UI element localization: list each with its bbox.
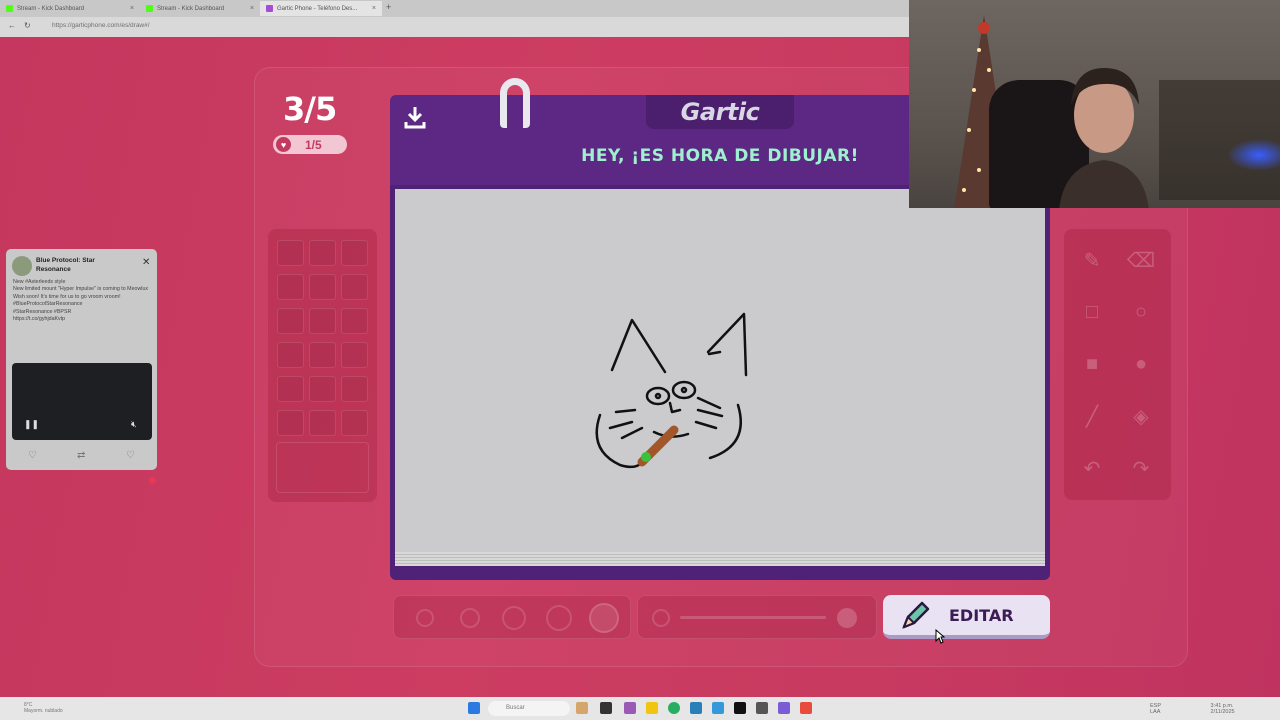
mute-icon[interactable]: 🔇︎ bbox=[131, 419, 137, 430]
color-swatch[interactable] bbox=[341, 240, 368, 266]
close-icon[interactable]: × bbox=[130, 5, 134, 12]
cat-drawing bbox=[595, 312, 748, 469]
notification-badge bbox=[149, 477, 156, 484]
lives-badge: ♥ 1/5 bbox=[273, 135, 347, 154]
pencil-icon bbox=[902, 601, 930, 629]
file-explorer-icon[interactable] bbox=[646, 702, 658, 714]
round-counter: 3/5 bbox=[283, 90, 337, 128]
color-swatch[interactable] bbox=[309, 376, 336, 402]
square-outline-icon[interactable]: □ bbox=[1075, 295, 1109, 329]
tweet-body: New #Asterleeds style New limited mount … bbox=[13, 279, 149, 323]
task-view-icon[interactable] bbox=[600, 702, 612, 714]
tab-title: Stream - Kick Dashboard bbox=[157, 5, 225, 12]
color-swatch[interactable] bbox=[309, 410, 336, 436]
blue-light bbox=[1229, 140, 1280, 170]
color-swatch[interactable] bbox=[277, 376, 304, 402]
browser-tab-active[interactable]: Gartic Phone - Teléfono Des... × bbox=[260, 1, 382, 16]
kick-icon bbox=[6, 5, 13, 12]
system-tray[interactable]: ESP LAA 3:41 p.m. 2/11/2025 bbox=[1150, 703, 1235, 715]
color-swatch[interactable] bbox=[277, 274, 304, 300]
color-swatch[interactable] bbox=[277, 240, 304, 266]
edit-button-label: EDITAR bbox=[949, 606, 1014, 625]
circle-filled-icon[interactable]: ● bbox=[1124, 347, 1158, 381]
redo-icon[interactable]: ↷ bbox=[1124, 451, 1158, 485]
color-swatch[interactable] bbox=[309, 342, 336, 368]
color-swatch[interactable] bbox=[277, 410, 304, 436]
back-icon[interactable]: ← bbox=[8, 21, 16, 30]
pause-icon[interactable]: ❚❚ bbox=[24, 419, 39, 430]
tiktok-icon[interactable] bbox=[734, 702, 746, 714]
close-icon[interactable]: ✕ bbox=[142, 257, 150, 268]
heart-icon: ♥ bbox=[276, 137, 291, 152]
app-icon[interactable] bbox=[800, 702, 812, 714]
brush-size-3[interactable] bbox=[502, 606, 526, 630]
browser-tab[interactable]: Stream - Kick Dashboard × bbox=[140, 1, 260, 16]
widgets-icon[interactable] bbox=[576, 702, 588, 714]
windows-start-icon[interactable] bbox=[468, 702, 480, 714]
color-swatch[interactable] bbox=[341, 308, 368, 334]
gartic-icon bbox=[266, 5, 273, 12]
browser-tab[interactable]: Stream - Kick Dashboard × bbox=[0, 1, 140, 16]
current-color[interactable] bbox=[276, 442, 369, 493]
close-icon[interactable]: × bbox=[250, 5, 254, 12]
retweet-icon[interactable]: ⇄ bbox=[77, 450, 85, 461]
obs-icon[interactable] bbox=[756, 702, 768, 714]
line-icon[interactable]: ╱ bbox=[1075, 399, 1109, 433]
undo-icon[interactable]: ↶ bbox=[1075, 451, 1109, 485]
tweet-author: Blue Protocol: Star Resonance bbox=[36, 257, 95, 273]
kick-icon bbox=[146, 5, 153, 12]
opacity-min-icon bbox=[652, 609, 670, 627]
reply-icon[interactable]: ♡ bbox=[28, 450, 37, 461]
notebook-ring bbox=[500, 78, 530, 128]
color-swatch[interactable] bbox=[341, 376, 368, 402]
circle-outline-icon[interactable]: ○ bbox=[1124, 295, 1158, 329]
opacity-slider[interactable] bbox=[680, 616, 826, 619]
brush-size-4[interactable] bbox=[546, 605, 572, 631]
color-swatch[interactable] bbox=[341, 274, 368, 300]
fill-bucket-icon[interactable]: ◈ bbox=[1124, 399, 1158, 433]
edit-button[interactable]: EDITAR bbox=[883, 595, 1050, 639]
color-swatch[interactable] bbox=[277, 342, 304, 368]
eraser-icon[interactable]: ⌫ bbox=[1124, 243, 1158, 277]
opacity-slider-handle[interactable] bbox=[837, 608, 857, 628]
square-filled-icon[interactable]: ■ bbox=[1075, 347, 1109, 381]
pencil-icon[interactable]: ✎ bbox=[1075, 243, 1109, 277]
color-swatch[interactable] bbox=[309, 308, 336, 334]
brush-size-1[interactable] bbox=[416, 609, 434, 627]
language-indicator[interactable]: ESP LAA bbox=[1150, 703, 1161, 715]
avatar bbox=[12, 256, 32, 276]
brand-tab: Gartic bbox=[646, 95, 794, 129]
color-swatch[interactable] bbox=[309, 274, 336, 300]
tab-title: Stream - Kick Dashboard bbox=[17, 5, 85, 12]
clock[interactable]: 3:41 p.m. 2/11/2025 bbox=[1211, 703, 1235, 715]
taskbar bbox=[0, 697, 1280, 720]
chrome-icon[interactable] bbox=[668, 702, 680, 714]
close-icon[interactable]: × bbox=[372, 5, 376, 12]
lives-count: 1/5 bbox=[305, 137, 322, 152]
app-icon[interactable] bbox=[712, 702, 724, 714]
mouse-cursor-icon bbox=[935, 629, 945, 644]
gartic-logo: Gartic bbox=[680, 98, 760, 126]
reload-icon[interactable]: ↻ bbox=[24, 21, 31, 30]
webcam-overlay bbox=[909, 0, 1280, 208]
new-tab-icon[interactable]: + bbox=[386, 2, 391, 12]
url-field[interactable]: https://garticphone.com/es/draw#/ bbox=[52, 22, 150, 29]
color-swatch[interactable] bbox=[341, 410, 368, 436]
color-swatch[interactable] bbox=[277, 308, 304, 334]
streamer bbox=[1059, 68, 1149, 208]
download-icon[interactable] bbox=[402, 104, 428, 130]
like-icon[interactable]: ♡ bbox=[126, 450, 135, 461]
color-swatch[interactable] bbox=[341, 342, 368, 368]
app-icon[interactable] bbox=[690, 702, 702, 714]
taskbar-search[interactable]: Buscar bbox=[488, 701, 570, 716]
discord-icon[interactable] bbox=[778, 702, 790, 714]
brush-size-5[interactable] bbox=[589, 603, 619, 633]
tab-title: Gartic Phone - Teléfono Des... bbox=[277, 5, 358, 12]
notebook-pages bbox=[395, 552, 1045, 566]
color-swatch[interactable] bbox=[309, 240, 336, 266]
brush-size-2[interactable] bbox=[460, 608, 480, 628]
weather-widget[interactable]: 8°C Mayorm. nublado bbox=[24, 702, 63, 714]
app-icon[interactable] bbox=[624, 702, 636, 714]
